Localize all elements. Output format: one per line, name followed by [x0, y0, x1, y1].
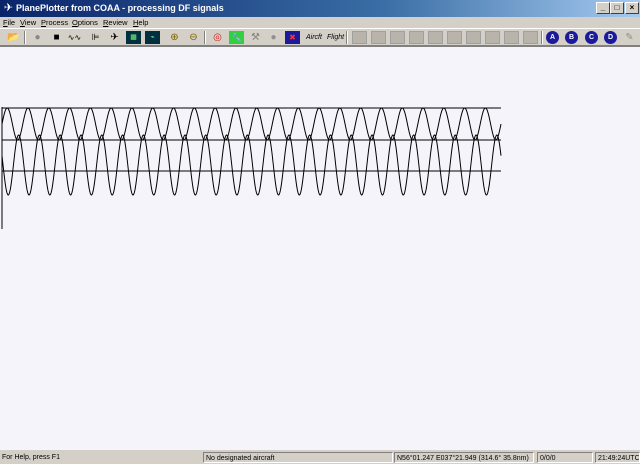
- waveform-plot: [1, 107, 502, 229]
- status-time: 21:49:24UTC: [595, 452, 640, 463]
- aircraft-button[interactable]: Aircft: [306, 31, 322, 44]
- menu-process[interactable]: Process: [41, 17, 68, 28]
- map-icon[interactable]: ▦: [126, 31, 141, 44]
- menu-options[interactable]: Options: [72, 17, 98, 28]
- zoom-out-icon[interactable]: ⊖: [186, 31, 201, 44]
- app-window: ✈ PlanePlotter from COAA - processing DF…: [0, 0, 640, 464]
- radar-screen-icon[interactable]: ⌁: [145, 31, 160, 44]
- target-icon[interactable]: ◎: [210, 31, 225, 44]
- menu-review[interactable]: Review: [103, 17, 128, 28]
- signal-trace-1: [1, 134, 502, 196]
- disabled-tool-icon[interactable]: [504, 31, 519, 44]
- disabled-tool-icon[interactable]: [371, 31, 386, 44]
- pencil-icon[interactable]: ✎: [622, 31, 637, 44]
- disabled-tool-icon[interactable]: [466, 31, 481, 44]
- stop-icon[interactable]: ■: [49, 31, 64, 44]
- circle-d-button[interactable]: D: [604, 31, 617, 44]
- toolbar-separator: [346, 31, 348, 44]
- disabled-tool-icon[interactable]: [447, 31, 462, 44]
- title-bar[interactable]: ✈ PlanePlotter from COAA - processing DF…: [0, 0, 640, 17]
- flag-icon[interactable]: ✖: [285, 31, 300, 44]
- disabled-tool-icon[interactable]: [409, 31, 424, 44]
- airplane-icon[interactable]: ✈: [107, 31, 122, 44]
- zoom-in-icon[interactable]: ⊕: [167, 31, 182, 44]
- minimize-button[interactable]: _: [596, 2, 610, 14]
- menu-file[interactable]: File: [3, 17, 15, 28]
- signal-display[interactable]: [0, 46, 640, 450]
- bars-icon[interactable]: ⊫: [88, 31, 103, 44]
- window-title: PlanePlotter from COAA - processing DF s…: [16, 3, 224, 13]
- circle-b-button[interactable]: B: [565, 31, 578, 44]
- menu-view[interactable]: View: [20, 17, 36, 28]
- menu-bar: File View Process Options Review Help: [0, 17, 640, 28]
- toolbar-separator: [204, 31, 206, 44]
- record-icon[interactable]: ●: [30, 31, 45, 44]
- maximize-button[interactable]: □: [610, 2, 624, 14]
- gear-icon[interactable]: ●: [266, 31, 281, 44]
- status-counts: 0/0/0: [537, 452, 593, 463]
- disabled-tool-icon[interactable]: [352, 31, 367, 44]
- wrench-icon[interactable]: ⚒: [248, 31, 263, 44]
- status-bar: For Help, press F1 No designated aircraf…: [0, 451, 640, 464]
- circle-a-button[interactable]: A: [546, 31, 559, 44]
- status-help: For Help, press F1: [2, 454, 60, 461]
- close-button[interactable]: ×: [625, 2, 639, 14]
- plane-icon[interactable]: ✈: [2, 2, 15, 15]
- disabled-tool-icon[interactable]: [485, 31, 500, 44]
- flight-button[interactable]: Flight: [327, 31, 344, 44]
- toolbar-separator: [24, 31, 26, 44]
- disabled-tool-icon[interactable]: [428, 31, 443, 44]
- circle-c-button[interactable]: C: [585, 31, 598, 44]
- disabled-tool-icon[interactable]: [523, 31, 538, 44]
- toolbar-separator: [541, 31, 543, 44]
- open-folder-icon[interactable]: 📂: [6, 31, 21, 44]
- tools-icon[interactable]: 🔧: [229, 31, 244, 44]
- menu-help[interactable]: Help: [133, 17, 148, 28]
- disabled-tool-icon[interactable]: [390, 31, 405, 44]
- waveform-icon[interactable]: ∿∿: [67, 31, 82, 44]
- toolbar: 📂 ● ■ ∿∿ ⊫ ✈ ▦ ⌁ ⊕ ⊖ ◎ 🔧 ⚒ ● ✖ Aircft Fl…: [0, 28, 640, 46]
- status-position: N56°01.247 E037°21.949 (314.6° 35.8nm): [394, 452, 534, 463]
- status-aircraft: No designated aircraft: [203, 452, 393, 463]
- signal-trace-0: [1, 107, 502, 141]
